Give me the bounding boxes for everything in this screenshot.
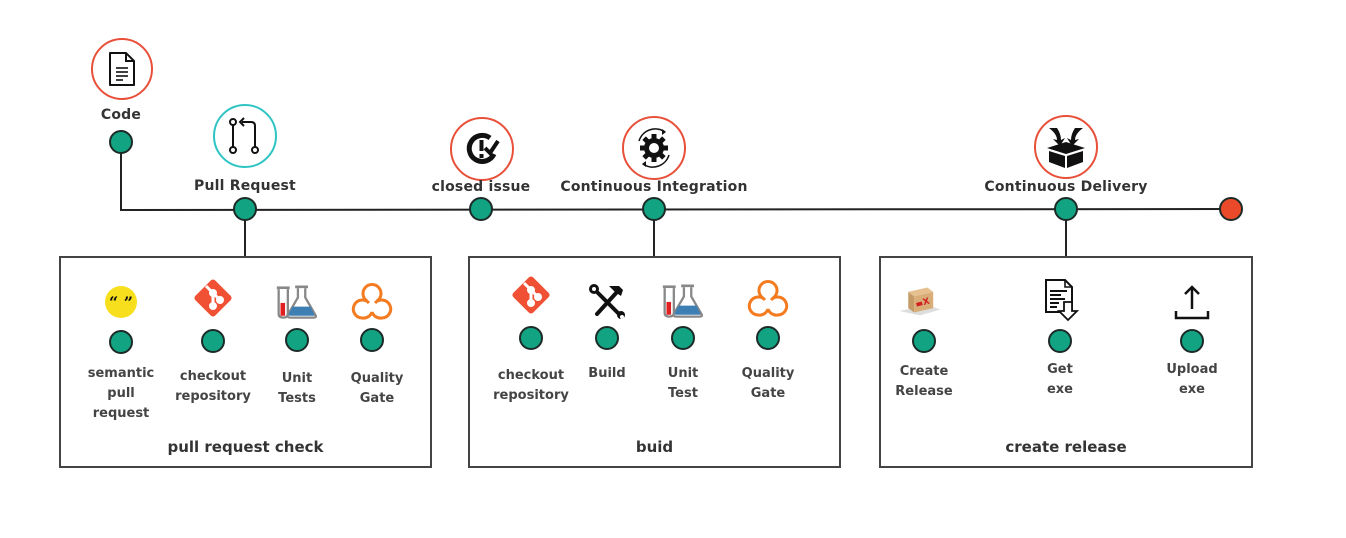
git-icon <box>509 275 553 315</box>
group-title: pull request check <box>167 438 324 456</box>
step-node-quality-gate[interactable] <box>756 326 780 350</box>
stage-cd-icon-ring <box>1034 115 1098 179</box>
lab-flask-icon <box>275 282 319 322</box>
stage-node-pull-request[interactable] <box>233 197 257 221</box>
step-node-get-exe[interactable] <box>1048 329 1072 353</box>
quote-icon: “ ” <box>99 282 143 322</box>
stage-node-code[interactable] <box>109 130 133 154</box>
git-icon <box>191 278 235 318</box>
stage-label-ci: Continuous Integration <box>560 179 748 195</box>
step-node-semantic-pr[interactable] <box>109 330 133 354</box>
quality-gate-icon <box>746 279 790 319</box>
stage-label-pull-request: Pull Request <box>194 178 296 194</box>
file-download-icon <box>1041 279 1085 322</box>
step-label-build: Build <box>588 366 626 381</box>
step-label-upload-exe: Upload exe <box>1166 362 1218 397</box>
stage-label-closed-issue: closed issue <box>431 179 531 195</box>
step-node-unit-test[interactable] <box>671 326 695 350</box>
step-label-unit-tests: Unit Tests <box>278 371 316 406</box>
stage-code-icon-ring <box>91 38 153 100</box>
svg-text:“ ”: “ ” <box>109 293 133 312</box>
issue-closed-icon <box>466 132 500 164</box>
step-label-get-exe: Get exe <box>1046 362 1074 397</box>
stage-label-code: Code <box>100 107 142 123</box>
step-node-upload-exe[interactable] <box>1180 329 1204 353</box>
stage-node-cd[interactable] <box>1054 197 1078 221</box>
group-title: create release <box>1005 438 1127 456</box>
pull-request-icon <box>229 117 259 154</box>
step-label-checkout: checkout repository <box>175 369 251 404</box>
box-delivery-icon <box>1047 128 1085 168</box>
group-title: buid <box>635 438 674 456</box>
step-label-semantic-pr: semantic pull request <box>87 366 155 421</box>
lab-flask-icon <box>661 281 705 321</box>
stage-ci-icon-ring <box>622 116 686 180</box>
step-node-create-release[interactable] <box>912 329 936 353</box>
stage-node-ci[interactable] <box>642 197 666 221</box>
step-node-build[interactable] <box>595 326 619 350</box>
step-node-unit-tests[interactable] <box>285 328 309 352</box>
step-label-unit-test: Unit Test <box>667 366 699 401</box>
document-icon <box>109 52 135 86</box>
step-label-quality-gate: Quality Gate <box>741 366 795 401</box>
step-label-create-release: Create Release <box>895 364 953 399</box>
step-node-quality-gate[interactable] <box>360 328 384 352</box>
step-node-checkout[interactable] <box>519 326 543 350</box>
quality-gate-icon <box>350 282 394 322</box>
stage-label-cd: Continuous Delivery <box>984 179 1148 195</box>
step-label-quality-gate: Quality Gate <box>350 371 404 406</box>
pipeline-end-node[interactable] <box>1219 197 1243 221</box>
stage-pull-request-icon-ring <box>213 104 277 168</box>
stage-closed-issue-icon-ring <box>450 117 514 181</box>
tools-icon <box>585 281 629 321</box>
step-label-checkout: checkout repository <box>493 368 569 403</box>
upload-icon <box>1170 283 1214 323</box>
package-icon: X <box>898 280 942 320</box>
gear-cycle-icon <box>638 128 670 168</box>
step-node-checkout[interactable] <box>201 329 225 353</box>
stage-node-closed-issue[interactable] <box>469 197 493 221</box>
